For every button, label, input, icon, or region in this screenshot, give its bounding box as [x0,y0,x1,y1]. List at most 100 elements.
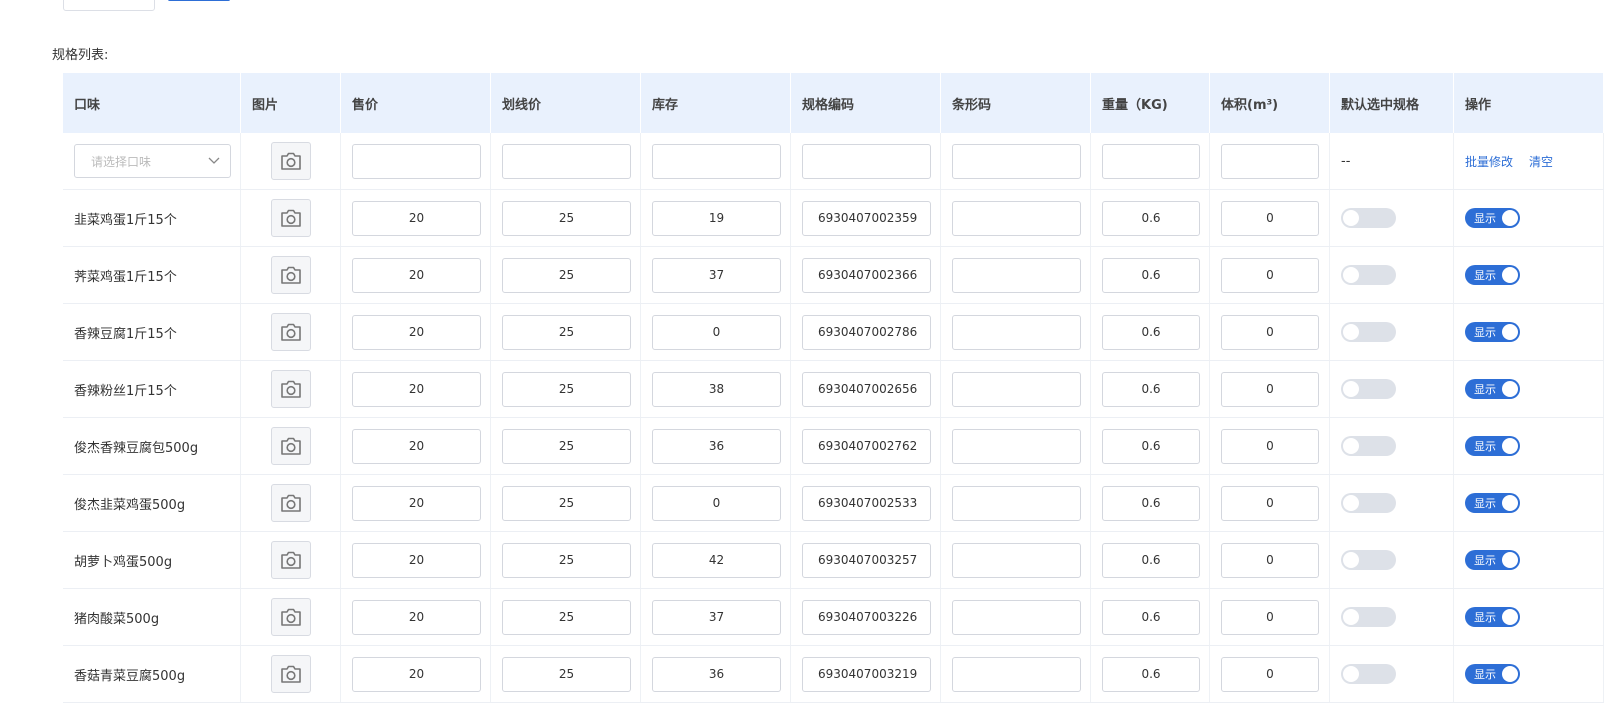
top-partial-link[interactable] [168,0,230,4]
stock-input[interactable]: 0 [652,314,781,350]
display-switch[interactable]: 显示 [1465,322,1520,342]
price-input[interactable]: 20 [352,314,481,350]
volume-input[interactable]: 0 [1221,371,1319,407]
batch-weight-input[interactable] [1102,143,1200,179]
display-switch[interactable]: 显示 [1465,208,1520,228]
list-price-input[interactable]: 25 [502,257,631,293]
batch-list-price-input[interactable] [502,143,631,179]
weight-input[interactable]: 0.6 [1102,599,1200,635]
default-spec-switch[interactable] [1341,208,1396,228]
image-upload-button[interactable] [270,256,311,294]
spec-code-input[interactable]: 6930407002786 [802,314,931,350]
barcode-input[interactable] [952,314,1081,350]
price-input[interactable]: 20 [352,542,481,578]
list-price-input[interactable]: 25 [502,200,631,236]
weight-input[interactable]: 0.6 [1102,257,1200,293]
batch-price-input[interactable] [352,143,481,179]
display-switch[interactable]: 显示 [1465,550,1520,570]
default-spec-switch[interactable] [1341,550,1396,570]
list-price-input[interactable]: 25 [502,314,631,350]
barcode-input[interactable] [952,656,1081,692]
volume-input[interactable]: 0 [1221,200,1319,236]
weight-input[interactable]: 0.6 [1102,542,1200,578]
weight-input[interactable]: 0.6 [1102,371,1200,407]
stock-input[interactable]: 38 [652,371,781,407]
weight-input[interactable]: 0.6 [1102,314,1200,350]
default-spec-switch[interactable] [1341,664,1396,684]
batch-spec-code-input[interactable] [802,143,931,179]
display-switch[interactable]: 显示 [1465,607,1520,627]
stock-input[interactable]: 36 [652,656,781,692]
spec-code-input[interactable]: 6930407002533 [802,485,931,521]
image-upload-button[interactable] [270,598,311,636]
spec-code-input[interactable]: 6930407002366 [802,257,931,293]
barcode-input[interactable] [952,200,1081,236]
volume-input[interactable]: 0 [1221,599,1319,635]
default-spec-switch[interactable] [1341,322,1396,342]
image-upload-button[interactable] [270,370,311,408]
default-spec-switch[interactable] [1341,436,1396,456]
volume-input[interactable]: 0 [1221,314,1319,350]
weight-input[interactable]: 0.6 [1102,656,1200,692]
spec-code-input[interactable]: 6930407002656 [802,371,931,407]
price-input[interactable]: 20 [352,599,481,635]
stock-input[interactable]: 42 [652,542,781,578]
stock-input[interactable]: 19 [652,200,781,236]
list-price-input[interactable]: 25 [502,542,631,578]
price-input[interactable]: 20 [352,257,481,293]
price-input[interactable]: 20 [352,371,481,407]
image-upload-button[interactable] [270,142,311,180]
batch-volume-input[interactable] [1221,143,1319,179]
list-price-input[interactable]: 25 [502,428,631,464]
flavor-select[interactable]: 请选择口味 [74,144,231,178]
display-switch[interactable]: 显示 [1465,379,1520,399]
weight-input[interactable]: 0.6 [1102,485,1200,521]
list-price-input[interactable]: 25 [502,599,631,635]
stock-input[interactable]: 36 [652,428,781,464]
display-switch[interactable]: 显示 [1465,493,1520,513]
batch-barcode-input[interactable] [952,143,1081,179]
volume-input[interactable]: 0 [1221,485,1319,521]
list-price-input[interactable]: 25 [502,656,631,692]
stock-input[interactable]: 37 [652,599,781,635]
barcode-input[interactable] [952,542,1081,578]
price-input[interactable]: 20 [352,200,481,236]
price-input[interactable]: 20 [352,485,481,521]
clear-link[interactable]: 清空 [1529,153,1553,170]
volume-input[interactable]: 0 [1221,428,1319,464]
image-upload-button[interactable] [270,313,311,351]
display-switch[interactable]: 显示 [1465,664,1520,684]
volume-input[interactable]: 0 [1221,257,1319,293]
batch-stock-input[interactable] [652,143,781,179]
spec-code-input[interactable]: 6930407002762 [802,428,931,464]
image-upload-button[interactable] [270,484,311,522]
price-input[interactable]: 20 [352,428,481,464]
barcode-input[interactable] [952,257,1081,293]
barcode-input[interactable] [952,371,1081,407]
display-switch[interactable]: 显示 [1465,436,1520,456]
volume-input[interactable]: 0 [1221,656,1319,692]
barcode-input[interactable] [952,599,1081,635]
stock-input[interactable]: 37 [652,257,781,293]
image-upload-button[interactable] [270,427,311,465]
spec-code-input[interactable]: 6930407003257 [802,542,931,578]
default-spec-switch[interactable] [1341,607,1396,627]
volume-input[interactable]: 0 [1221,542,1319,578]
batch-modify-link[interactable]: 批量修改 [1465,153,1513,170]
image-upload-button[interactable] [270,655,311,693]
spec-code-input[interactable]: 6930407003219 [802,656,931,692]
spec-code-input[interactable]: 6930407003226 [802,599,931,635]
spec-code-input[interactable]: 6930407002359 [802,200,931,236]
image-upload-button[interactable] [270,199,311,237]
price-input[interactable]: 20 [352,656,481,692]
default-spec-switch[interactable] [1341,379,1396,399]
default-spec-switch[interactable] [1341,265,1396,285]
top-partial-button[interactable] [63,0,155,11]
weight-input[interactable]: 0.6 [1102,428,1200,464]
list-price-input[interactable]: 25 [502,485,631,521]
barcode-input[interactable] [952,485,1081,521]
default-spec-switch[interactable] [1341,493,1396,513]
list-price-input[interactable]: 25 [502,371,631,407]
image-upload-button[interactable] [270,541,311,579]
stock-input[interactable]: 0 [652,485,781,521]
